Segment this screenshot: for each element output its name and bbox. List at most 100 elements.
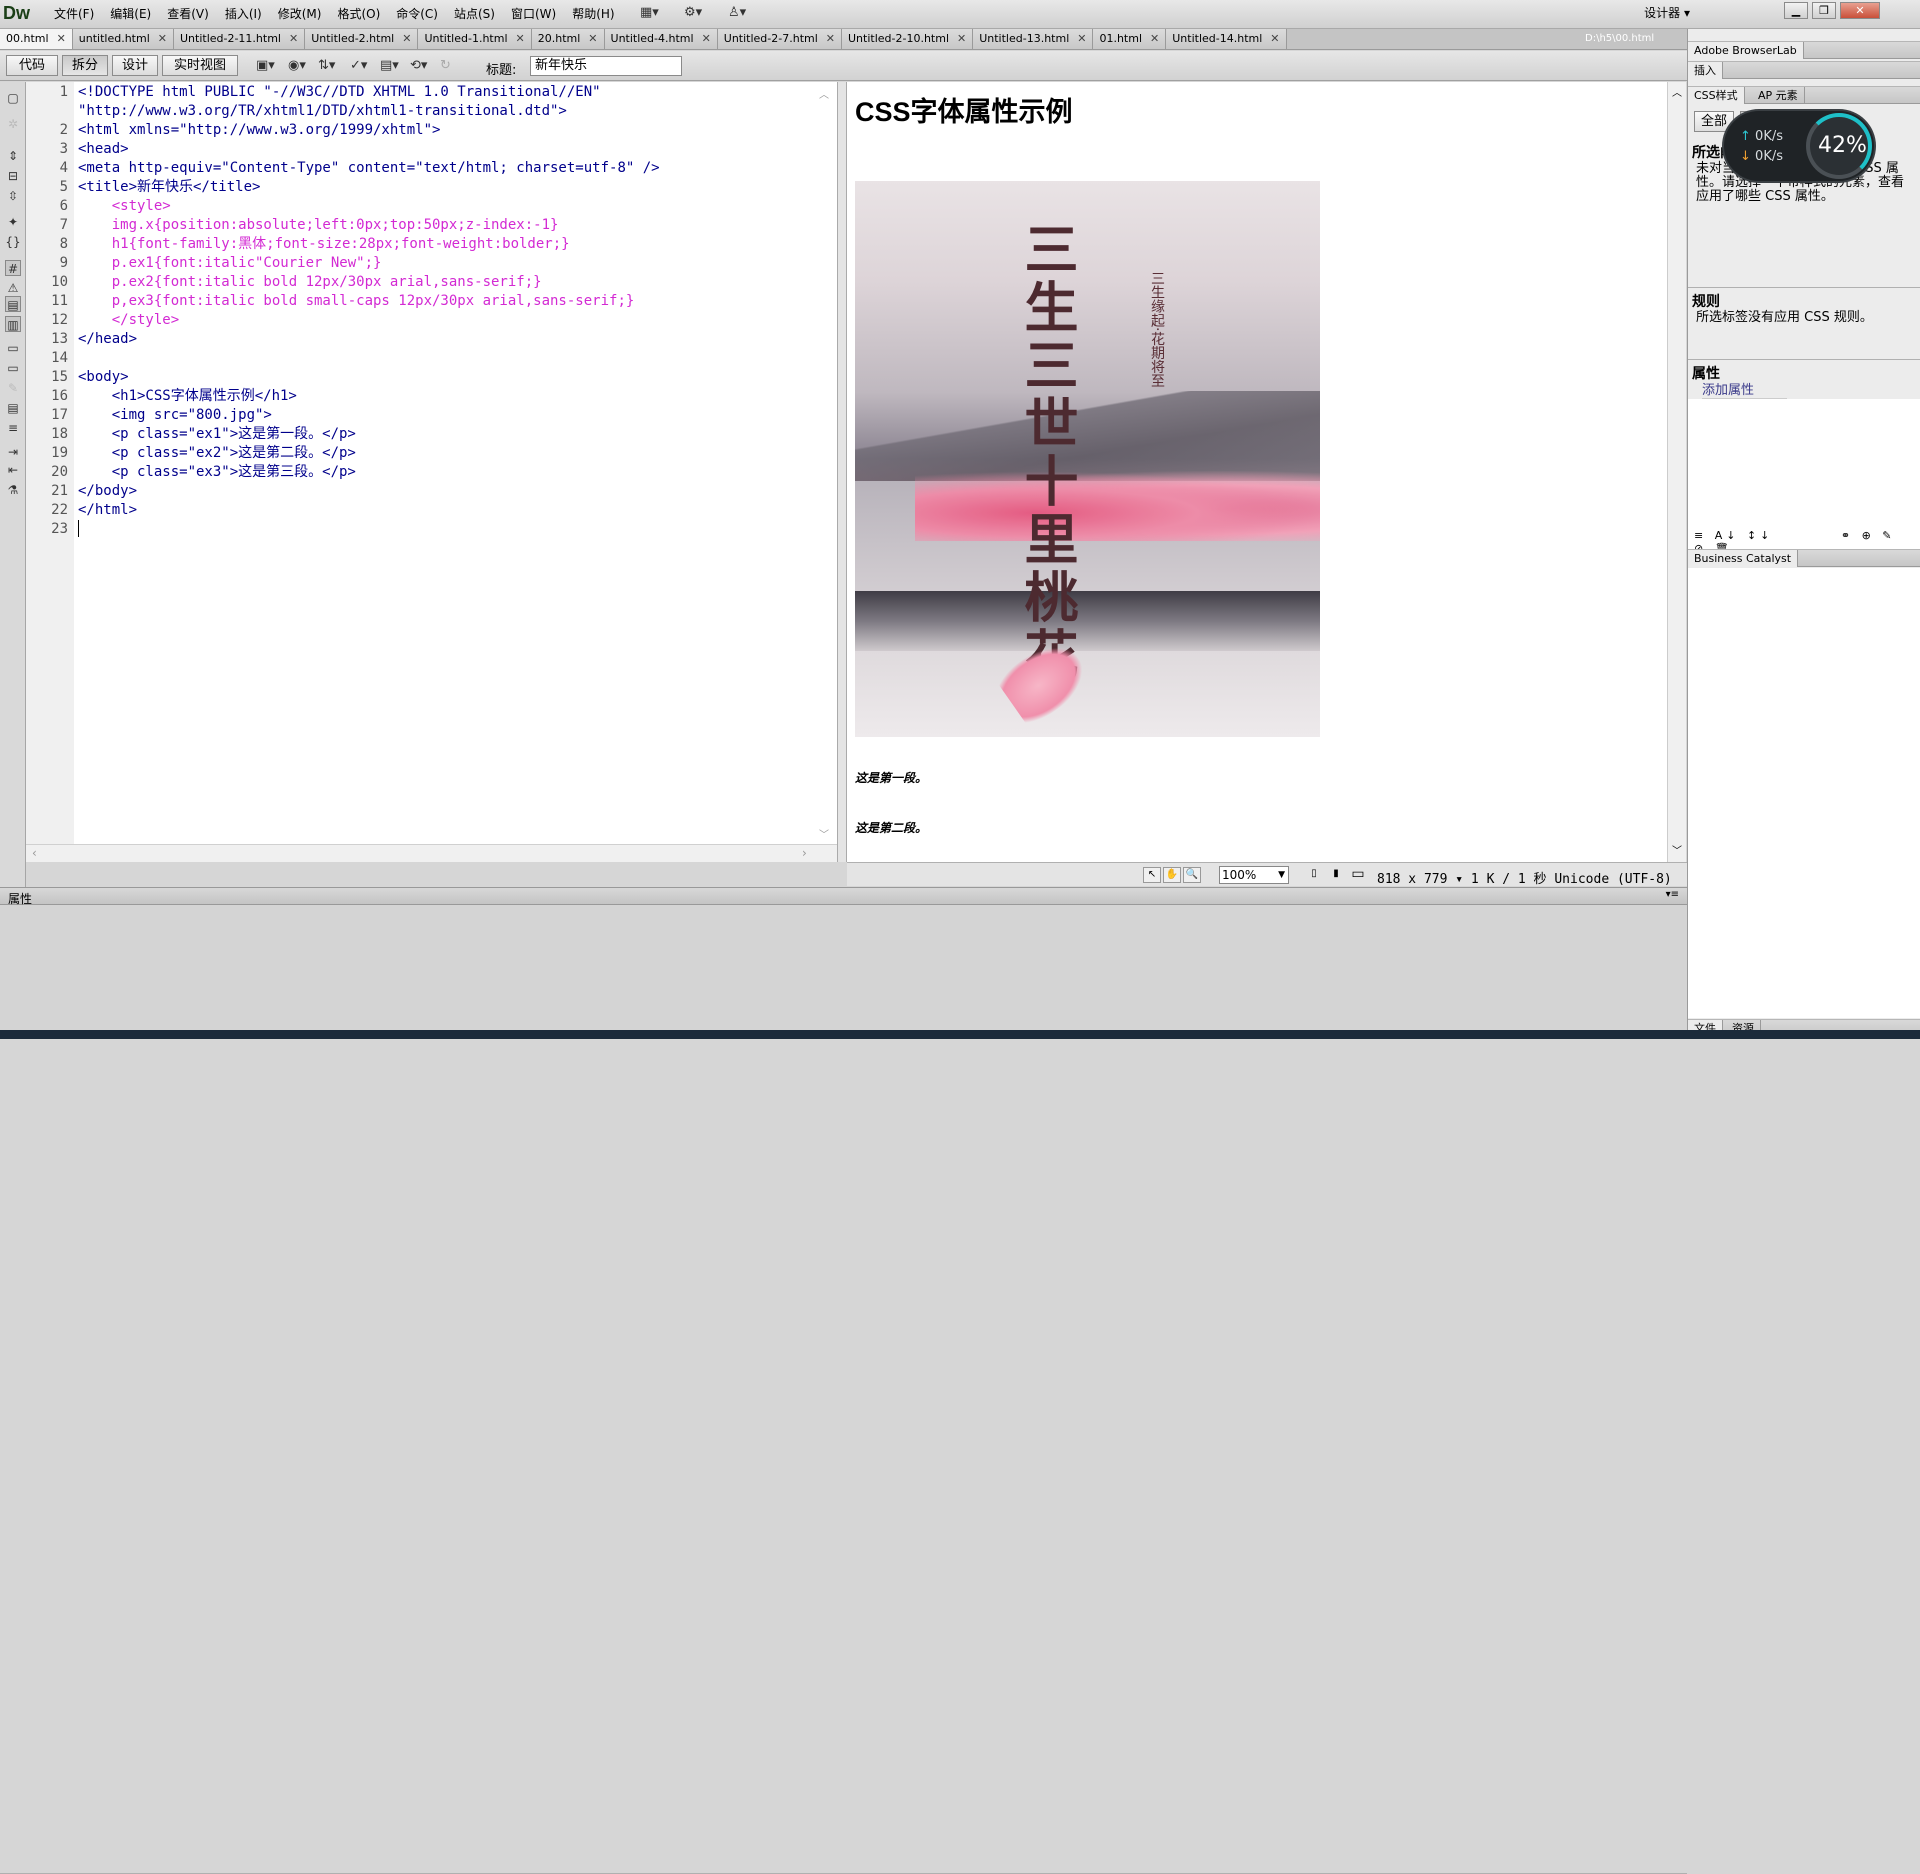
tab-css-styles[interactable]: CSS样式 bbox=[1688, 87, 1745, 104]
menu-commands[interactable]: 命令(C) bbox=[388, 6, 446, 22]
open-documents-icon[interactable]: ▢ bbox=[5, 90, 21, 106]
add-property-link[interactable]: 添加属性 bbox=[1702, 384, 1787, 399]
outdent-icon[interactable]: ⇤ bbox=[5, 462, 21, 478]
poster-image[interactable]: 三生三世十里桃花 三生缘起·花期将至 bbox=[855, 181, 1320, 737]
zoom-select[interactable]: 100% ▼ bbox=[1219, 866, 1289, 884]
close-icon[interactable]: ✕ bbox=[826, 29, 835, 49]
menu-modify[interactable]: 修改(M) bbox=[270, 6, 330, 22]
select-tool-icon[interactable]: ↖ bbox=[1143, 867, 1161, 883]
scroll-right-icon[interactable]: › bbox=[802, 846, 807, 860]
browserlab-panel-header[interactable]: Adobe BrowserLab bbox=[1688, 41, 1920, 59]
design-view[interactable]: CSS字体属性示例 三生三世十里桃花 三生缘起·花期将至 这是第一段。 这是第二… bbox=[847, 82, 1667, 862]
collapse-selection-icon[interactable]: ⊟ bbox=[5, 168, 21, 184]
preview-icon[interactable]: ◉▾ bbox=[288, 58, 306, 73]
apply-comment-icon[interactable]: ▭ bbox=[5, 340, 21, 356]
code-horizontal-scrollbar[interactable]: ‹ › bbox=[26, 844, 837, 862]
wrap-tag-icon[interactable]: ✎ bbox=[5, 380, 21, 396]
tab-01[interactable]: 01.html ✕ bbox=[1093, 29, 1167, 49]
code-editor[interactable]: <!DOCTYPE html PUBLIC "-//W3C//DTD XHTML… bbox=[74, 82, 837, 844]
minimize-button[interactable]: ▁ bbox=[1784, 2, 1808, 19]
business-catalyst-header[interactable]: Business Catalyst bbox=[1688, 549, 1920, 567]
highlight-invalid-icon[interactable]: ⚠ bbox=[5, 280, 21, 296]
close-icon[interactable]: ✕ bbox=[57, 29, 66, 49]
close-icon[interactable]: ✕ bbox=[402, 29, 411, 49]
scroll-left-icon[interactable]: ‹ bbox=[32, 846, 37, 860]
tab-00-html[interactable]: 00.html ✕ bbox=[0, 29, 73, 49]
panel-menu-icon[interactable]: ▾≡ bbox=[1666, 889, 1679, 900]
menu-format[interactable]: 格式(O) bbox=[329, 6, 388, 22]
menu-insert[interactable]: 插入(I) bbox=[217, 6, 270, 22]
menu-site[interactable]: 站点(S) bbox=[446, 6, 503, 22]
insert-panel-header[interactable]: 插入 bbox=[1688, 61, 1920, 79]
desktop-size-icon[interactable]: ▭ bbox=[1349, 867, 1367, 883]
title-input[interactable]: 新年快乐 bbox=[530, 56, 682, 76]
workspace-switcher[interactable]: 设计器 ▾ bbox=[1644, 4, 1690, 21]
balance-braces-icon[interactable]: {} bbox=[5, 234, 21, 250]
recent-snippets-icon[interactable]: ▤ bbox=[5, 400, 21, 416]
close-button[interactable]: ✕ bbox=[1840, 2, 1880, 19]
live-view-button[interactable]: 实时视图 bbox=[162, 55, 238, 76]
tab-untitled[interactable]: untitled.html ✕ bbox=[72, 29, 174, 49]
design-view-button[interactable]: 设计 bbox=[112, 55, 158, 76]
refresh-icon[interactable]: ↻ bbox=[440, 58, 451, 73]
close-icon[interactable]: ✕ bbox=[1270, 29, 1279, 49]
gear-icon[interactable]: ⚙▾ bbox=[684, 5, 702, 20]
tab-untitled-2-7[interactable]: Untitled-2-7.html ✕ bbox=[717, 29, 842, 49]
tablet-size-icon[interactable]: ▮ bbox=[1327, 867, 1345, 883]
network-speed-widget[interactable]: ↑ 0K/s ↓ 0K/s 42% bbox=[1724, 111, 1874, 181]
restore-button[interactable]: ❐ bbox=[1812, 2, 1836, 19]
format-source-icon[interactable]: ⚗ bbox=[5, 482, 21, 498]
indent-icon[interactable]: ⇥ bbox=[5, 444, 21, 460]
properties-header[interactable]: 属性 ▾≡ bbox=[0, 887, 1687, 906]
close-icon[interactable]: ✕ bbox=[158, 29, 167, 49]
line-numbers-icon[interactable]: # bbox=[5, 260, 21, 276]
close-icon[interactable]: ✕ bbox=[289, 29, 298, 49]
menu-file[interactable]: 文件(F) bbox=[46, 6, 102, 22]
show-code-navigator-icon[interactable]: ✲ bbox=[5, 116, 21, 132]
tab-untitled-13[interactable]: Untitled-13.html ✕ bbox=[973, 29, 1094, 49]
menu-window[interactable]: 窗口(W) bbox=[503, 6, 564, 22]
check-browser-icon[interactable]: ✓▾ bbox=[350, 58, 367, 73]
multiscreen-icon[interactable]: ▣▾ bbox=[256, 58, 275, 73]
site-icon[interactable]: ♙▾ bbox=[728, 5, 746, 20]
close-icon[interactable]: ✕ bbox=[957, 29, 966, 49]
tab-insert[interactable]: 插入 bbox=[1688, 62, 1723, 79]
tab-browserlab[interactable]: Adobe BrowserLab bbox=[1688, 42, 1804, 59]
hand-tool-icon[interactable]: ✋ bbox=[1163, 867, 1181, 883]
scroll-up-icon[interactable]: ︿ bbox=[819, 86, 829, 101]
syntax-coloring-icon[interactable]: ▤ bbox=[5, 296, 21, 312]
tab-untitled-2-10[interactable]: Untitled-2-10.html ✕ bbox=[842, 29, 974, 49]
menu-edit[interactable]: 编辑(E) bbox=[102, 6, 159, 22]
close-icon[interactable]: ✕ bbox=[1150, 29, 1159, 49]
expand-all-icon[interactable]: ⇳ bbox=[5, 188, 21, 204]
layout-icon[interactable]: ▦▾ bbox=[640, 5, 659, 20]
code-view-button[interactable]: 代码 bbox=[6, 55, 58, 76]
collapse-tag-icon[interactable]: ⇕ bbox=[5, 148, 21, 164]
close-icon[interactable]: ✕ bbox=[1077, 29, 1086, 49]
close-icon[interactable]: ✕ bbox=[588, 29, 597, 49]
tab-ap-elements[interactable]: AP 元素 bbox=[1752, 87, 1805, 104]
scroll-down-icon[interactable]: ﹀ bbox=[819, 826, 829, 841]
tab-20[interactable]: 20.html ✕ bbox=[531, 29, 605, 49]
visual-aids-icon[interactable]: ▤▾ bbox=[380, 58, 399, 73]
validate-icon[interactable]: ⇅▾ bbox=[318, 58, 335, 73]
menu-view[interactable]: 查看(V) bbox=[159, 6, 217, 22]
scroll-up-icon[interactable]: ︿ bbox=[1672, 84, 1682, 99]
split-view-button[interactable]: 拆分 bbox=[62, 55, 108, 76]
move-css-icon[interactable]: ≡ bbox=[5, 420, 21, 436]
tab-untitled-1[interactable]: Untitled-1.html ✕ bbox=[418, 29, 532, 49]
tab-untitled-14[interactable]: Untitled-14.html ✕ bbox=[1166, 29, 1287, 49]
tab-untitled-2-11[interactable]: Untitled-2-11.html ✕ bbox=[173, 29, 306, 49]
close-icon[interactable]: ✕ bbox=[516, 29, 525, 49]
close-icon[interactable]: ✕ bbox=[702, 29, 711, 49]
zoom-tool-icon[interactable]: 🔍 bbox=[1183, 867, 1201, 883]
mobile-size-icon[interactable]: ▯ bbox=[1305, 867, 1323, 883]
remove-comment-icon[interactable]: ▭ bbox=[5, 360, 21, 376]
scroll-down-icon[interactable]: ﹀ bbox=[1672, 842, 1682, 857]
tab-untitled-2[interactable]: Untitled-2.html ✕ bbox=[305, 29, 419, 49]
split-divider[interactable] bbox=[837, 82, 847, 862]
refresh-design-icon[interactable]: ⟲▾ bbox=[410, 58, 427, 73]
auto-indent-icon[interactable]: ▥ bbox=[5, 316, 21, 332]
menu-help[interactable]: 帮助(H) bbox=[564, 6, 622, 22]
design-vertical-scrollbar[interactable]: ︿ ﹀ bbox=[1667, 82, 1686, 862]
